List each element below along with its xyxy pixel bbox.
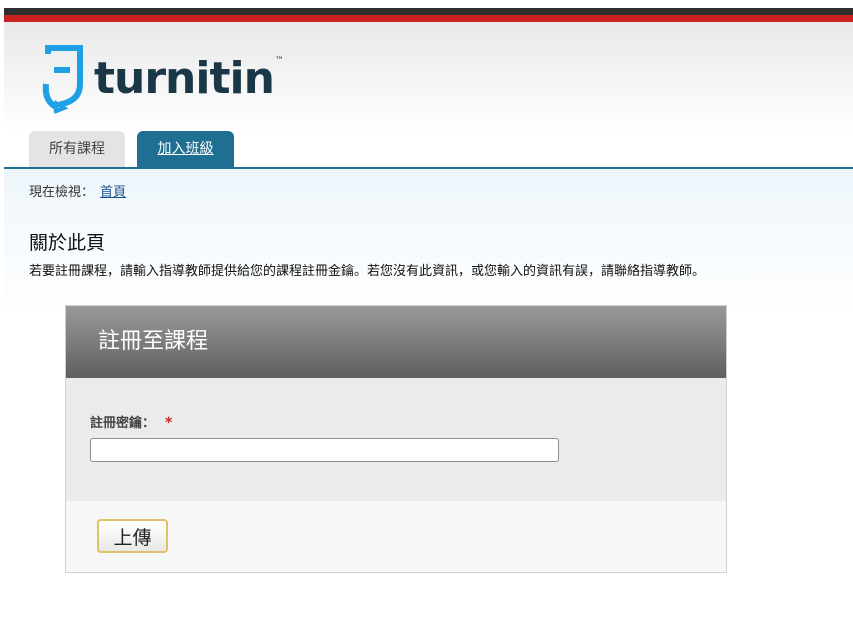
enroll-panel-body: 註冊密鑰： * [66,378,726,501]
nav-tabs: 所有課程 加入班級 [4,131,853,170]
turnitin-logo-icon [42,45,83,114]
submit-button[interactable]: 上傳 [97,519,168,553]
top-stripes [4,8,853,22]
enrollment-key-label: 註冊密鑰： * [90,412,172,431]
page-description: 若要註冊課程，請輸入指導教師提供給您的課程註冊金鑰。若您沒有此資訊，或您輸入的資… [29,264,706,279]
breadcrumb-home-link[interactable]: 首頁 [100,185,126,200]
tab-all-courses[interactable]: 所有課程 [29,131,125,168]
breadcrumb-prefix: 現在檢視： [29,185,95,200]
content-background [4,169,853,319]
logo-wordmark: turnitin [94,53,275,104]
turnitin-logo[interactable]: turnitin ™ [40,44,284,114]
enroll-panel-title: 註冊至課程 [66,306,726,378]
required-marker: * [165,415,173,431]
top-red-stripe [4,15,853,22]
enrollment-key-input[interactable] [90,438,559,462]
breadcrumb: 現在檢視： 首頁 [29,181,126,200]
page-title: 關於此頁 [29,232,106,254]
enroll-panel-footer: 上傳 [66,501,726,572]
enrollment-key-label-text: 註冊密鑰： [90,416,156,431]
enroll-panel: 註冊至課程 註冊密鑰： * 上傳 [65,305,727,573]
tab-join-class[interactable]: 加入班級 [137,131,234,168]
top-dark-stripe [4,8,853,15]
trademark-mark: ™ [274,56,284,66]
site-header: turnitin ™ [4,22,853,132]
